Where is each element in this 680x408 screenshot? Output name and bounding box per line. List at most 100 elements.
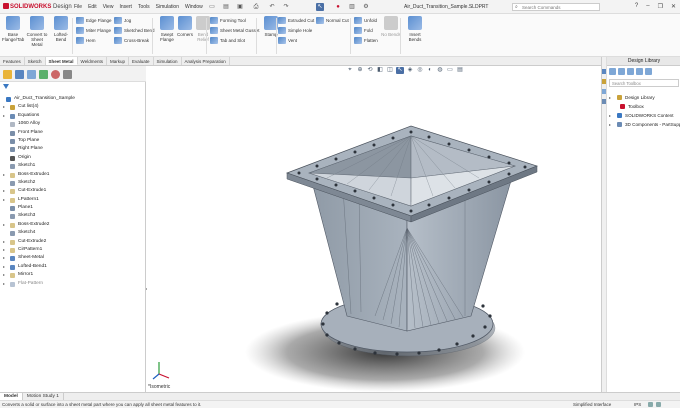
display-manager-tab-icon[interactable] bbox=[51, 70, 60, 79]
vent-button[interactable]: Vent bbox=[278, 36, 297, 45]
tab-and-slot-button[interactable]: Tab and Slot bbox=[210, 36, 245, 45]
unit-system-label[interactable]: IPS bbox=[634, 401, 641, 408]
help-icon[interactable]: ? bbox=[635, 3, 638, 10]
design-library-item[interactable]: ▸ 3D Components - PartSupply bbox=[607, 120, 680, 129]
feature-tree-item[interactable]: 1060 Alloy bbox=[0, 120, 146, 128]
feature-tree-item[interactable]: ▸ CirPattern1 bbox=[0, 246, 146, 254]
create-new-folder-icon[interactable] bbox=[636, 68, 643, 75]
feature-tree-item[interactable]: Sketch4 bbox=[0, 229, 146, 237]
menu-tools[interactable]: Tools bbox=[138, 4, 150, 10]
feature-tree-item[interactable]: ▸ Cut list(4) bbox=[0, 103, 146, 111]
menu-edit[interactable]: Edit bbox=[88, 4, 97, 10]
design-library-item[interactable]: ▸ Design Library bbox=[607, 93, 680, 102]
rebuild-icon[interactable]: ● bbox=[334, 3, 342, 11]
minimize-icon[interactable]: – bbox=[646, 3, 649, 10]
expand-arrow-icon[interactable]: ▸ bbox=[3, 271, 5, 279]
interface-mode-label[interactable]: Simplified Interface bbox=[573, 401, 611, 408]
feature-tree-item[interactable]: Front Plane bbox=[0, 129, 146, 137]
feature-tree-item[interactable]: Sketch1 bbox=[0, 162, 146, 170]
expand-arrow-icon[interactable]: ▸ bbox=[609, 93, 611, 102]
tab-evaluate[interactable]: Evaluate bbox=[129, 57, 154, 65]
feature-manager-tab-icon[interactable] bbox=[3, 70, 12, 79]
feature-tree-item[interactable]: ▸ Boss-Extrude2 bbox=[0, 221, 146, 229]
print-icon[interactable]: ⎙ bbox=[252, 3, 260, 11]
property-manager-tab-icon[interactable] bbox=[15, 70, 24, 79]
feature-tree-item[interactable]: ▸ Cut-Extrude2 bbox=[0, 238, 146, 246]
convert-to-sheet-metal-button[interactable]: Convert to Sheet Metal bbox=[26, 16, 48, 47]
bottom-tab-model[interactable]: Model bbox=[0, 393, 23, 400]
bottom-tab-motion-study-1[interactable]: Motion Study 1 bbox=[23, 393, 64, 400]
feature-tree-item[interactable]: ▸ Sheet-Metal bbox=[0, 254, 146, 262]
file-properties-icon[interactable]: ▥ bbox=[348, 3, 356, 11]
undo-icon[interactable]: ↶ bbox=[268, 3, 276, 11]
tab-sheet-metal[interactable]: Sheet Metal bbox=[45, 57, 78, 65]
back-icon[interactable] bbox=[609, 68, 616, 75]
select-pointer-icon[interactable]: ↖ bbox=[316, 3, 324, 11]
edge-flange-button[interactable]: Edge Flange bbox=[76, 16, 112, 25]
tab-markup[interactable]: Markup bbox=[107, 57, 129, 65]
add-file-location-icon[interactable] bbox=[627, 68, 634, 75]
tab-sketch[interactable]: Sketch bbox=[25, 57, 46, 65]
extruded-cut-button[interactable]: Extruded Cut bbox=[278, 16, 314, 25]
feature-tree-item[interactable]: Sketch3 bbox=[0, 212, 146, 220]
expand-arrow-icon[interactable]: ▸ bbox=[3, 112, 5, 120]
tab-analysis-preparation[interactable]: Analysis Preparation bbox=[182, 57, 230, 65]
expand-arrow-icon[interactable]: ▸ bbox=[3, 263, 5, 271]
design-library-item[interactable]: ▸ SOLIDWORKS Content bbox=[607, 111, 680, 120]
expand-arrow-icon[interactable]: ▸ bbox=[609, 120, 611, 129]
no-bends-button[interactable]: No Bends bbox=[380, 16, 402, 37]
cross-break-button[interactable]: Cross-Break bbox=[114, 36, 149, 45]
configuration-manager-tab-icon[interactable] bbox=[27, 70, 36, 79]
expand-arrow-icon[interactable]: ▸ bbox=[3, 238, 5, 246]
tab-simulation[interactable]: Simulation bbox=[154, 57, 182, 65]
expand-arrow-icon[interactable]: ▸ bbox=[3, 196, 5, 204]
design-library-item[interactable]: Toolbox bbox=[607, 102, 680, 111]
feature-tree-item[interactable]: Top Plane bbox=[0, 137, 146, 145]
normal-cut-button[interactable]: Normal Cut bbox=[316, 16, 349, 25]
expand-arrow-icon[interactable]: ▸ bbox=[609, 111, 611, 120]
feature-tree-item[interactable]: Sketch2 bbox=[0, 179, 146, 187]
menu-view[interactable]: View bbox=[103, 4, 114, 10]
feature-tree-item[interactable]: ▸ Boss-Extrude1 bbox=[0, 171, 146, 179]
simple-hole-button[interactable]: Simple Hole bbox=[278, 26, 312, 35]
search-commands-input[interactable]: ⌕ Search Commands bbox=[512, 3, 600, 11]
expand-arrow-icon[interactable]: ▸ bbox=[3, 221, 5, 229]
dimxpert-tab-icon[interactable] bbox=[39, 70, 48, 79]
feature-tree-item[interactable]: Origin bbox=[0, 154, 146, 162]
rebuild-status-icon[interactable] bbox=[656, 402, 661, 407]
flatten-button[interactable]: Flatten bbox=[354, 36, 378, 45]
jog-button[interactable]: Jog bbox=[114, 16, 131, 25]
feature-tree-item[interactable]: ▸ Flat-Pattern bbox=[0, 280, 146, 288]
customize-icon[interactable] bbox=[648, 402, 653, 407]
expand-arrow-icon[interactable]: ▸ bbox=[3, 103, 5, 111]
menu-file[interactable]: File bbox=[74, 4, 82, 10]
miter-flange-button[interactable]: Miter Flange bbox=[76, 26, 111, 35]
feature-tree-item[interactable]: ▸ Lofted-Bend1 bbox=[0, 263, 146, 271]
solidworks-logo[interactable]: SOLIDWORKS Design bbox=[3, 3, 72, 10]
tab-weldments[interactable]: Weldments bbox=[78, 57, 107, 65]
feature-tree-item[interactable]: Air_Duct_Transition_Sample bbox=[0, 95, 146, 103]
tab-features[interactable]: Features bbox=[0, 57, 25, 65]
base-flange-tab-button[interactable]: Base Flange/Tab bbox=[2, 16, 24, 42]
expand-arrow-icon[interactable]: ▸ bbox=[3, 246, 5, 254]
feature-tree-item[interactable]: Right Plane bbox=[0, 145, 146, 153]
menu-simulation[interactable]: Simulation bbox=[156, 4, 179, 10]
hem-button[interactable]: Hem bbox=[76, 36, 96, 45]
new-document-icon[interactable]: ▭ bbox=[208, 3, 216, 11]
add-to-library-icon[interactable] bbox=[645, 68, 652, 75]
open-icon[interactable]: ▤ bbox=[222, 3, 230, 11]
expand-arrow-icon[interactable]: ▸ bbox=[3, 280, 5, 288]
feature-tree-item[interactable]: ▸ Mirror1 bbox=[0, 271, 146, 279]
feature-tree-item[interactable]: ▸ Equations bbox=[0, 112, 146, 120]
menu-window[interactable]: Window bbox=[185, 4, 203, 10]
expand-arrow-icon[interactable]: ▸ bbox=[3, 187, 5, 195]
close-icon[interactable]: ✕ bbox=[671, 3, 676, 10]
redo-icon[interactable]: ↷ bbox=[282, 3, 290, 11]
feature-tree-item[interactable]: ▸ LPattern1 bbox=[0, 196, 146, 204]
expand-arrow-icon[interactable]: ▸ bbox=[3, 171, 5, 179]
expand-arrow-icon[interactable]: ▸ bbox=[3, 254, 5, 262]
more-panel-tabs-icon[interactable] bbox=[63, 70, 72, 79]
save-icon[interactable]: ▣ bbox=[236, 3, 244, 11]
filter-icon[interactable] bbox=[3, 84, 9, 89]
lofted-bend-button[interactable]: Lofted-Bend bbox=[50, 16, 72, 42]
